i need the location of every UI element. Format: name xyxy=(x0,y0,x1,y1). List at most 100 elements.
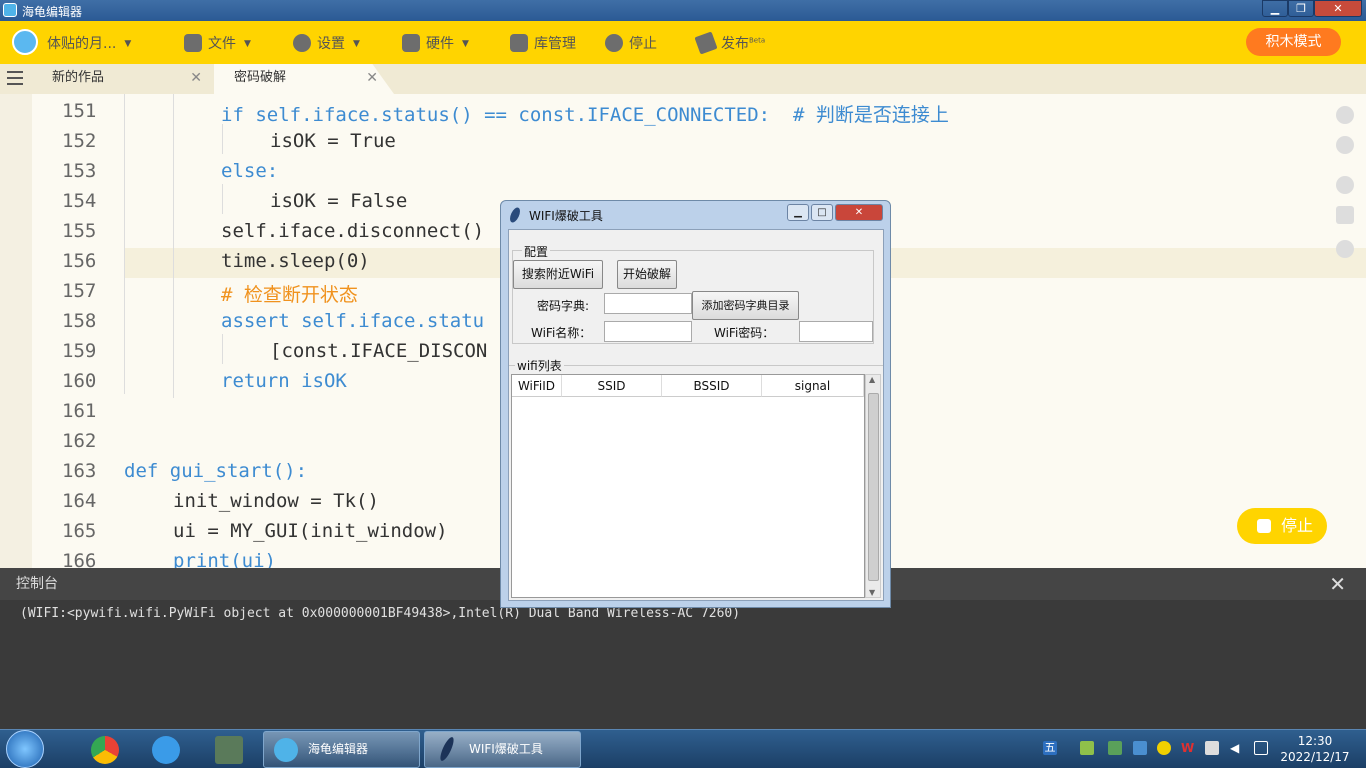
beta-badge: Beta xyxy=(749,36,766,45)
line-number: 159 xyxy=(62,340,97,362)
user-menu[interactable]: 体贴的月... ▼ xyxy=(47,33,131,53)
clock-time: 12:30 xyxy=(1297,734,1333,748)
user-avatar[interactable] xyxy=(12,29,38,55)
tab-bar: 新的作品 ✕ 密码破解 ✕ xyxy=(0,64,1366,94)
floating-stop-label: 停止 xyxy=(1281,516,1314,535)
line-number: 151 xyxy=(62,100,97,122)
column-header-bssid[interactable]: BSSID xyxy=(662,375,762,397)
tray-app-icon[interactable] xyxy=(1157,741,1171,755)
tab-label: 新的作品 xyxy=(52,70,105,85)
file-menu-label: 文件 xyxy=(208,36,236,52)
wps-icon[interactable]: W xyxy=(1181,741,1195,755)
wifi-password-label: WiFi密码： xyxy=(714,326,775,340)
menu-icon[interactable] xyxy=(7,71,23,85)
code-line: return isOK xyxy=(221,370,347,392)
close-button[interactable]: ✕ xyxy=(1314,0,1362,17)
file-menu[interactable]: 文件 ▼ xyxy=(184,33,251,53)
code-line: init_window = Tk() xyxy=(173,490,379,512)
code-line: isOK = True xyxy=(270,130,396,152)
wifi-password-input[interactable] xyxy=(799,321,873,342)
start-crack-button[interactable]: 开始破解 xyxy=(617,260,677,289)
console-output: (WIFI:<pywifi.wifi.PyWiFi object at 0x00… xyxy=(20,606,741,621)
scrollbar-thumb[interactable] xyxy=(868,393,879,581)
wifi-name-label: WiFi名称： xyxy=(531,326,592,340)
column-header-signal[interactable]: signal xyxy=(762,375,864,397)
indent-guide xyxy=(222,334,223,364)
minimize-button[interactable]: ▁ xyxy=(1262,0,1288,17)
block-mode-button[interactable]: 积木模式 xyxy=(1246,28,1341,56)
wifi-list-scrollbar[interactable]: ▲ ▼ xyxy=(865,374,881,598)
stop-button[interactable]: 停止 xyxy=(605,33,657,53)
chevron-down-icon: ▼ xyxy=(124,39,132,49)
close-icon[interactable]: ✕ xyxy=(190,64,202,92)
tab-new-work[interactable]: 新的作品 ✕ xyxy=(32,64,214,94)
line-number: 161 xyxy=(62,400,97,422)
indent-guide xyxy=(222,184,223,214)
computer-manager-icon[interactable] xyxy=(215,736,243,764)
line-number: 164 xyxy=(62,490,97,512)
tray-app-icon[interactable] xyxy=(1133,741,1147,755)
internet-explorer-icon[interactable] xyxy=(152,736,180,764)
code-line: [const.IFACE_DISCON xyxy=(270,340,488,362)
undo-icon[interactable] xyxy=(1336,106,1354,124)
close-icon[interactable]: ✕ xyxy=(1329,568,1346,600)
scroll-down-icon[interactable]: ▼ xyxy=(869,588,875,597)
windows-taskbar: 海龟编辑器 WIFI爆破工具 五 W ◀ 12:30 2022/12/17 xyxy=(0,729,1366,768)
scan-wifi-button[interactable]: 搜索附近WiFi xyxy=(513,260,603,289)
settings-menu-label: 设置 xyxy=(317,36,345,52)
code-line: assert self.iface.statu xyxy=(221,310,485,332)
close-icon[interactable]: ✕ xyxy=(366,64,378,92)
wifi-list-label: wifi列表 xyxy=(515,357,564,374)
ime-indicator[interactable]: 五 xyxy=(1043,741,1057,755)
dict-path-input[interactable] xyxy=(604,293,692,314)
network-icon[interactable] xyxy=(1254,741,1268,755)
scroll-up-icon[interactable]: ▲ xyxy=(869,375,875,384)
code-line: # 检查断开状态 xyxy=(221,284,358,306)
task-wifi-tool[interactable]: WIFI爆破工具 xyxy=(424,731,581,768)
clock-date: 2022/12/17 xyxy=(1280,750,1350,764)
publish-button[interactable]: 发布Beta xyxy=(694,31,766,55)
dialog-close-button[interactable]: ✕ xyxy=(835,204,883,221)
column-header-wifiid[interactable]: WiFiID xyxy=(512,375,562,397)
tab-password-crack[interactable]: 密码破解 ✕ xyxy=(214,64,394,94)
dialog-body: 配置 搜索附近WiFi 开始破解 密码字典: 添加密码字典目录 WiFi名称： … xyxy=(508,229,884,601)
system-clock[interactable]: 12:30 2022/12/17 xyxy=(1275,733,1355,765)
hardware-menu[interactable]: 硬件 ▼ xyxy=(402,33,469,53)
restore-button[interactable]: ❐ xyxy=(1288,0,1314,17)
tray-app-icon[interactable] xyxy=(1108,741,1122,755)
indent-guide xyxy=(222,124,223,154)
wifi-name-input[interactable] xyxy=(604,321,692,342)
line-number: 158 xyxy=(62,310,97,332)
volume-icon[interactable]: ◀ xyxy=(1230,741,1244,755)
dialog-maximize-button[interactable]: □ xyxy=(811,204,833,221)
publish-label: 发布 xyxy=(721,36,749,52)
code-line: self.iface.disconnect() xyxy=(221,220,485,242)
chrome-icon[interactable] xyxy=(91,736,119,764)
settings-menu[interactable]: 设置 ▼ xyxy=(293,33,360,53)
add-dict-button[interactable]: 添加密码字典目录 xyxy=(692,291,799,320)
hardware-icon xyxy=(402,34,420,52)
stop-icon xyxy=(605,34,623,52)
zoom-out-icon[interactable] xyxy=(1336,240,1354,258)
floating-stop-button[interactable]: 停止 xyxy=(1237,508,1327,544)
tray-app-icon[interactable] xyxy=(1205,741,1219,755)
line-number: 155 xyxy=(62,220,97,242)
stop-label: 停止 xyxy=(629,36,657,52)
console-title: 控制台 xyxy=(16,576,58,592)
start-button[interactable] xyxy=(6,730,44,768)
redo-icon[interactable] xyxy=(1336,136,1354,154)
zoom-in-icon[interactable] xyxy=(1336,176,1354,194)
line-number: 165 xyxy=(62,520,97,542)
column-header-ssid[interactable]: SSID xyxy=(562,375,662,397)
window-title: 海龟编辑器 xyxy=(22,5,83,19)
task-turtle-editor[interactable]: 海龟编辑器 xyxy=(263,731,420,768)
library-button[interactable]: 库管理 xyxy=(510,33,576,53)
battery-icon[interactable] xyxy=(1080,741,1094,755)
task-label: WIFI爆破工具 xyxy=(469,742,543,756)
indent-guide xyxy=(124,94,125,154)
line-number: 166 xyxy=(62,550,97,568)
line-number: 154 xyxy=(62,190,97,212)
wifi-list-table[interactable]: WiFiID SSID BSSID signal xyxy=(511,374,865,598)
dialog-minimize-button[interactable]: ▁ xyxy=(787,204,809,221)
format-icon[interactable] xyxy=(1336,206,1354,224)
